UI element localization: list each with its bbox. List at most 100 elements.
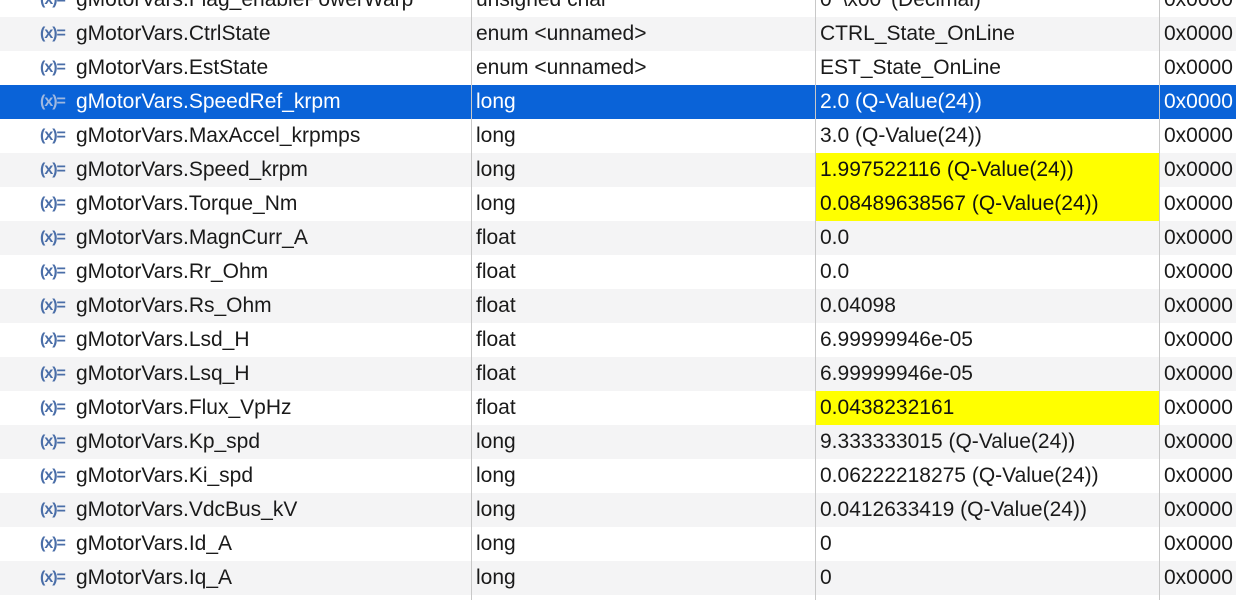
variable-value-cell[interactable]: 9.333333015 (Q-Value(24)) [815, 425, 1159, 459]
variable-address-cell: 0x0000 [1164, 90, 1233, 113]
variable-name-cell[interactable]: (x)= gMotorVars.CtrlState [0, 17, 471, 51]
variable-icon: (x)= [40, 0, 74, 17]
variable-name: gMotorVars.MaxAccel_krpmps [76, 124, 361, 147]
variable-icon: (x)= [40, 59, 66, 76]
variable-name-cell[interactable]: (x)= gMotorVars.Lsq_H [0, 357, 471, 391]
variable-name-cell[interactable]: (x)= gMotorVars.Lsd_H [0, 323, 471, 357]
table-row[interactable]: (x)= gMotorVars.Speed_krpm long 1.997522116… [0, 153, 1236, 187]
variable-value-cell[interactable]: 0 [815, 561, 1159, 595]
variable-value-cell[interactable]: 6.99999946e-05 [815, 357, 1159, 391]
variable-name: gMotorVars.Lsd_H [76, 328, 250, 351]
table-row[interactable]: (x)= gMotorVars.EstState enum <unnamed> EST… [0, 51, 1236, 85]
variable-icon: (x)= [40, 93, 66, 110]
variable-value-cell[interactable]: 0 [815, 527, 1159, 561]
table-row[interactable]: (x)= gMotorVars.Lsd_H float 6.99999946e-05 0… [0, 323, 1236, 357]
variable-name: gMotorVars.Iq_A [76, 566, 233, 589]
variable-value-cell[interactable]: 0 '\x00' (Decimal) [815, 0, 1159, 17]
variable-name-cell[interactable]: (x)= gMotorVars.MaxAccel_krpmps [0, 119, 471, 153]
variable-icon: (x)= [40, 501, 66, 518]
variable-type-cell: enum <unnamed> [476, 56, 647, 79]
variable-name-cell[interactable]: (x)= gMotorVars.Rr_Ohm [0, 255, 471, 289]
variable-type-cell: long [476, 430, 516, 453]
variable-icon: (x)= [40, 127, 66, 144]
variable-icon: (x)= [40, 467, 66, 484]
variable-name-cell[interactable]: (x)= gMotorVars.VdcBus_kV [0, 493, 471, 527]
table-row[interactable]: (x)= gMotorVars.MaxAccel_krpmps long 3.0 (Q… [0, 119, 1236, 153]
variable-icon: (x)= [40, 365, 66, 382]
variable-address-cell: 0x0000 [1164, 124, 1233, 147]
variable-type-cell: long [476, 124, 516, 147]
variable-type-cell: long [476, 532, 516, 555]
variable-name-cell[interactable]: (x)= gMotorVars.Rs_Ohm [0, 289, 471, 323]
variable-name-cell[interactable]: (x)= gMotorVars.Flux_VpHz [0, 391, 471, 425]
variable-icon: (x)= [40, 433, 66, 450]
variable-value-cell[interactable]: 1.997522116 (Q-Value(24)) [815, 153, 1159, 187]
variable-icon: (x)= [40, 25, 66, 42]
table-row[interactable]: (x)= gMotorVars.Ki_spd long 0.06222218275 (… [0, 459, 1236, 493]
variable-value-cell[interactable]: 2.0 (Q-Value(24)) [815, 85, 1159, 119]
table-row[interactable]: (x)= gMotorVars.Iq_A long 0 0x0000 [0, 561, 1236, 595]
variable-type-cell: float [476, 260, 516, 283]
variable-name-cell[interactable]: (x)= gMotorVars.SpeedRef_krpm [0, 85, 471, 119]
variable-value-cell[interactable]: 0.08489638567 (Q-Value(24)) [815, 187, 1159, 221]
table-row[interactable]: (x)= gMotorVars.Torque_Nm long 0.0848963856… [0, 187, 1236, 221]
table-row[interactable]: (x)=gMotorVars.Flag_enablePowerWarpunsig… [0, 0, 1236, 17]
variable-type-cell: long [476, 90, 516, 113]
variable-value-cell[interactable]: CTRL_State_OnLine [815, 17, 1159, 51]
variable-value-cell[interactable]: 0.06222218275 (Q-Value(24)) [815, 459, 1159, 493]
table-row[interactable]: (x)= gMotorVars.Lsq_H float 6.99999946e-05 0… [0, 357, 1236, 391]
variable-address-cell: 0x0000 [1164, 260, 1233, 283]
table-row[interactable]: (x)= gMotorVars.SpeedRef_krpm long 2.0 (Q-V… [0, 85, 1236, 119]
table-row[interactable]: (x)= gMotorVars.Id_A long 0 0x0000 [0, 527, 1236, 561]
variable-address-cell: 0x0000 [1164, 56, 1233, 79]
variable-name: gMotorVars.Ki_spd [76, 464, 254, 487]
table-row[interactable]: (x)= gMotorVars.Flux_VpHz float 0.043823216… [0, 391, 1236, 425]
variable-name-cell[interactable]: (x)=gMotorVars.Flag_enablePowerWarp [0, 0, 471, 17]
variable-icon: (x)= [40, 331, 66, 348]
variable-icon: (x)= [40, 297, 66, 314]
variable-name: gMotorVars.Speed_krpm [76, 158, 308, 181]
variable-name: gMotorVars.SpeedRef_krpm [76, 90, 341, 113]
column-divider[interactable] [1159, 0, 1160, 600]
variable-value-cell[interactable]: 0.0438232161 [815, 391, 1159, 425]
variable-name: gMotorVars.Rr_Ohm [76, 260, 269, 283]
variable-address-cell: 0x0000 [1164, 226, 1233, 249]
variable-type-cell: long [476, 192, 516, 215]
table-row[interactable]: (x)= gMotorVars.VdcBus_kV long 0.0412633419… [0, 493, 1236, 527]
table-row[interactable]: (x)= gMotorVars.MagnCurr_A float 0.0 0x0000 [0, 221, 1236, 255]
variable-name: gMotorVars.VdcBus_kV [76, 498, 298, 521]
expressions-table: (x)=gMotorVars.Flag_enablePowerWarpunsig… [0, 0, 1236, 600]
variable-value-cell[interactable]: 0.0 [815, 221, 1159, 255]
variable-name-cell[interactable]: (x)= gMotorVars.Speed_krpm [0, 153, 471, 187]
variable-icon: (x)= [40, 229, 66, 246]
variable-name-cell[interactable]: (x)= gMotorVars.Ki_spd [0, 459, 471, 493]
variable-name-cell[interactable]: (x)= gMotorVars.Torque_Nm [0, 187, 471, 221]
variable-name-cell[interactable]: (x)= gMotorVars.Iq_A [0, 561, 471, 595]
variable-value-cell[interactable]: 0.04098 [815, 289, 1159, 323]
variable-value-cell[interactable]: 0.0 [815, 255, 1159, 289]
variable-value-cell[interactable]: 6.99999946e-05 [815, 323, 1159, 357]
variable-value-cell[interactable]: EST_State_OnLine [815, 51, 1159, 85]
variable-address-cell: 0x0000 [1164, 328, 1233, 351]
variable-type-cell: unsigned char [471, 0, 815, 17]
variable-value-cell[interactable]: 0.0412633419 (Q-Value(24)) [815, 493, 1159, 527]
variable-name-cell[interactable]: (x)= gMotorVars.MagnCurr_A [0, 221, 471, 255]
table-row[interactable]: (x)= gMotorVars.CtrlState enum <unnamed> CT… [0, 17, 1236, 51]
variable-name-cell[interactable]: (x)= gMotorVars.EstState [0, 51, 471, 85]
column-divider[interactable] [815, 0, 816, 600]
variable-address-cell: 0x0000 [1164, 498, 1233, 521]
variable-address-cell: 0x0000 [1164, 566, 1233, 589]
variable-icon: (x)= [40, 263, 66, 280]
variable-address-cell: 0x0000 [1159, 0, 1236, 17]
variable-address-cell: 0x0000 [1164, 158, 1233, 181]
table-row[interactable]: (x)= gMotorVars.Rr_Ohm float 0.0 0x0000 [0, 255, 1236, 289]
variable-address-cell: 0x0000 [1164, 192, 1233, 215]
variable-name: gMotorVars.Torque_Nm [76, 192, 298, 215]
table-row[interactable]: (x)= gMotorVars.Rs_Ohm float 0.04098 0x0000 [0, 289, 1236, 323]
variable-name-cell[interactable]: (x)= gMotorVars.Kp_spd [0, 425, 471, 459]
table-row[interactable]: (x)= gMotorVars.Kp_spd long 9.333333015 (Q-… [0, 425, 1236, 459]
column-divider[interactable] [471, 0, 472, 600]
variable-name-cell[interactable]: (x)= gMotorVars.Id_A [0, 527, 471, 561]
variable-value-cell[interactable]: 3.0 (Q-Value(24)) [815, 119, 1159, 153]
variable-type-cell: long [476, 158, 516, 181]
